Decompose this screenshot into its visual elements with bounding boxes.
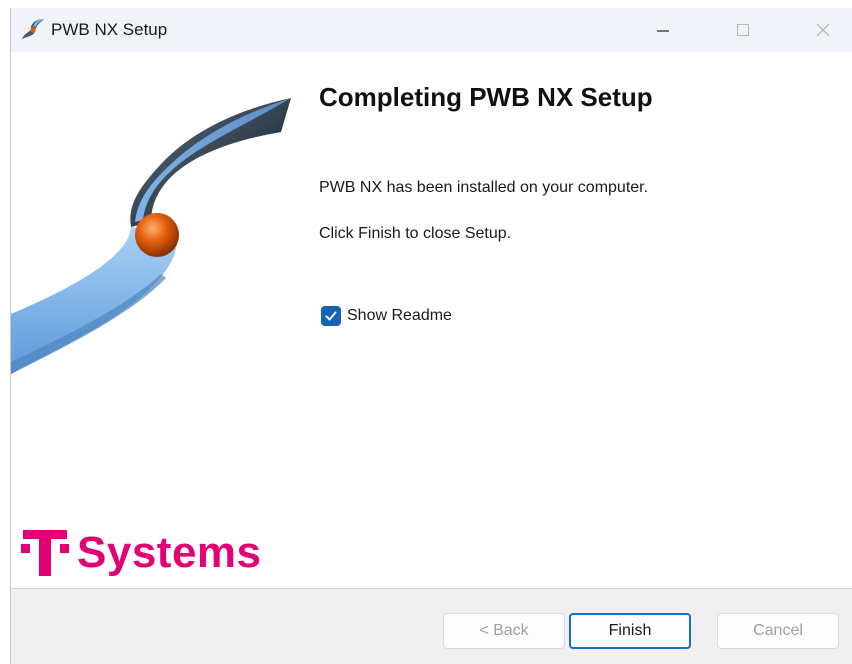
show-readme-checkbox[interactable]: [321, 306, 341, 326]
show-readme-label: Show Readme: [347, 307, 452, 324]
minimize-icon: [657, 30, 669, 32]
page-heading: Completing PWB NX Setup: [319, 82, 653, 112]
checkmark-icon: [325, 311, 337, 321]
setup-window: PWB NX Setup Completing PWB NX Setup PWB…: [10, 8, 852, 664]
telekom-t-icon: [21, 530, 69, 576]
show-readme-option[interactable]: Show Readme: [321, 305, 452, 327]
close-icon: [816, 23, 830, 37]
app-icon: [22, 19, 44, 39]
brand-name: Systems: [77, 528, 262, 577]
finish-button[interactable]: Finish: [569, 613, 691, 649]
close-button[interactable]: [783, 8, 852, 52]
t-systems-logo: Systems: [21, 523, 262, 583]
finish-instruction: Click Finish to close Setup.: [319, 225, 512, 242]
title-bar[interactable]: PWB NX Setup: [11, 8, 852, 52]
back-button[interactable]: < Back: [443, 613, 565, 649]
button-bar: < Back Finish Cancel: [11, 589, 852, 664]
minimize-button[interactable]: [623, 8, 703, 52]
maximize-icon: [737, 24, 749, 36]
installed-message: PWB NX has been installed on your comput…: [319, 179, 649, 196]
installer-swoosh-graphic: [11, 98, 291, 374]
cancel-button[interactable]: Cancel: [717, 613, 839, 649]
maximize-button[interactable]: [703, 8, 783, 52]
window-title: PWB NX Setup: [51, 20, 168, 39]
